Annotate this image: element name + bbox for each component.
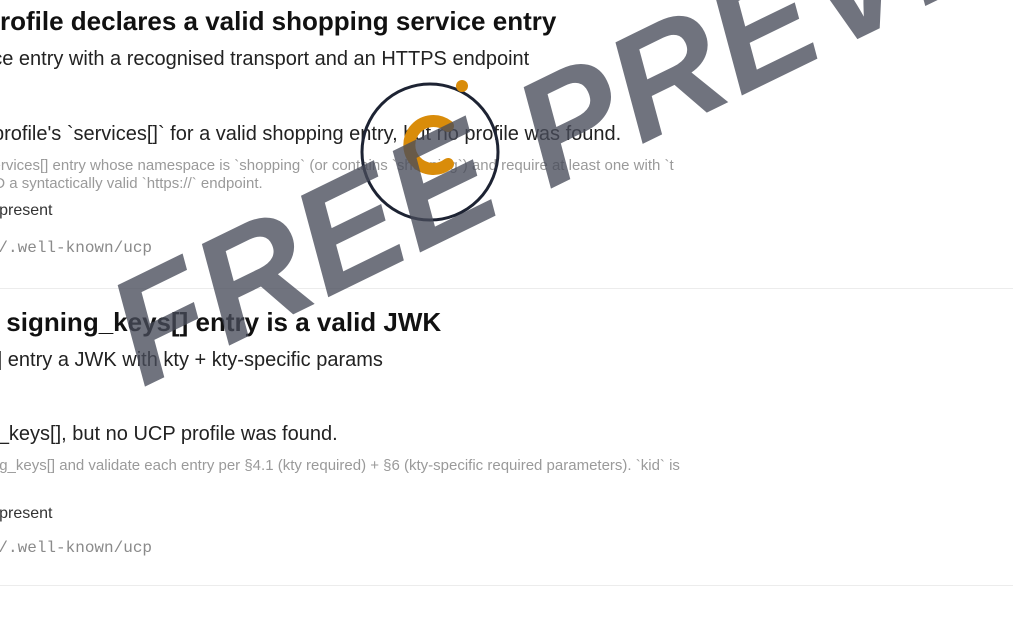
- check-status: rofile present: [0, 505, 53, 522]
- check-subtitle: eys[] entry a JWK with kty + kty-specifi…: [0, 349, 383, 371]
- check-hint: signing_keys[] and validate each entry p…: [0, 457, 680, 474]
- check-subtitle: ervice entry with a recognised transport…: [0, 48, 530, 70]
- check-title: ery signing_keys[] entry is a valid JWK: [0, 307, 442, 337]
- check-title: P profile declares a valid shopping serv…: [0, 6, 557, 36]
- check-finding: ning_keys[], but no UCP profile was foun…: [0, 423, 338, 445]
- divider: [0, 288, 1013, 289]
- watermark-logo-icon: [360, 80, 500, 222]
- check-url[interactable]: .com/.well-known/ucp: [0, 539, 152, 557]
- check-status: rofile present: [0, 202, 53, 219]
- check-finding: CP profile's `services[]` for a valid sh…: [0, 123, 622, 145]
- divider: [0, 585, 1013, 586]
- check-url[interactable]: .com/.well-known/ucp: [0, 239, 152, 257]
- check-hint: ery services[] entry whose namespace is …: [0, 157, 674, 192]
